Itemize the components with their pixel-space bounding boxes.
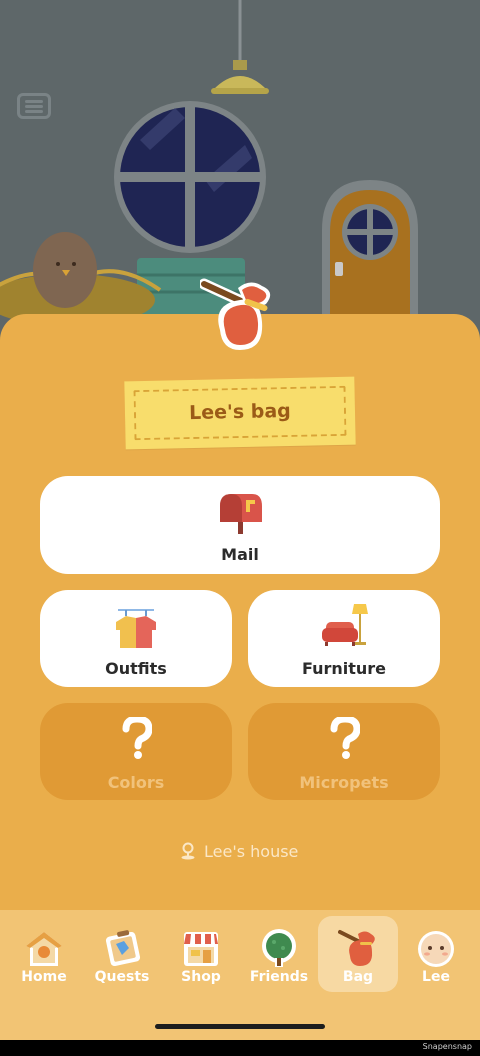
mail-label: Mail xyxy=(221,545,259,564)
house-link[interactable]: Lee's house xyxy=(180,840,298,862)
tab-home-label: Home xyxy=(21,969,67,985)
house-link-label: Lee's house xyxy=(204,841,299,861)
tab-friends[interactable]: Friends xyxy=(239,916,319,992)
tree-icon xyxy=(262,929,296,967)
tab-shop-label: Shop xyxy=(181,969,221,985)
question-mark-icon xyxy=(330,717,360,759)
bird-face-icon xyxy=(418,931,454,967)
colors-label: Colors xyxy=(107,773,165,792)
furniture-button[interactable]: Furniture xyxy=(248,590,440,687)
tab-bar: Home Quests Shop Friends Bag Lee xyxy=(0,910,480,1040)
footer-bar: Snapensnap xyxy=(0,1040,480,1056)
tab-bag-label: Bag xyxy=(342,969,374,985)
tab-friends-label: Friends xyxy=(249,969,309,985)
quest-map-icon xyxy=(105,930,141,967)
tab-home[interactable]: Home xyxy=(4,916,84,992)
tab-quests-label: Quests xyxy=(94,969,150,985)
storefront-icon xyxy=(184,932,218,966)
tab-bag[interactable]: Bag xyxy=(318,916,398,992)
footer-watermark: Snapensnap xyxy=(422,1042,472,1051)
hamburger-menu-icon[interactable] xyxy=(17,93,51,119)
micropets-label: Micropets xyxy=(299,773,389,792)
colors-button[interactable]: Colors xyxy=(40,703,232,800)
outfits-button[interactable]: Outfits xyxy=(40,590,232,687)
sofa-lamp-icon xyxy=(322,604,368,646)
outfits-label: Outfits xyxy=(105,659,167,678)
home-indicator xyxy=(155,1024,325,1029)
question-mark-icon xyxy=(122,717,152,759)
tab-lee[interactable]: Lee xyxy=(396,916,476,992)
micropets-button[interactable]: Micropets xyxy=(248,703,440,800)
map-pin-icon xyxy=(181,842,195,860)
bag-title-tag: Lee's bag xyxy=(124,376,356,450)
furniture-label: Furniture xyxy=(301,659,387,678)
bag-icon xyxy=(338,930,375,966)
tab-lee-label: Lee xyxy=(422,969,450,985)
bag-icon xyxy=(200,278,271,350)
birdhouse-icon xyxy=(26,932,62,966)
clothes-rack-icon xyxy=(116,609,156,648)
mailbox-icon xyxy=(220,494,262,534)
tab-quests[interactable]: Quests xyxy=(82,916,162,992)
mail-button[interactable]: Mail xyxy=(40,476,440,574)
tab-shop[interactable]: Shop xyxy=(161,916,241,992)
